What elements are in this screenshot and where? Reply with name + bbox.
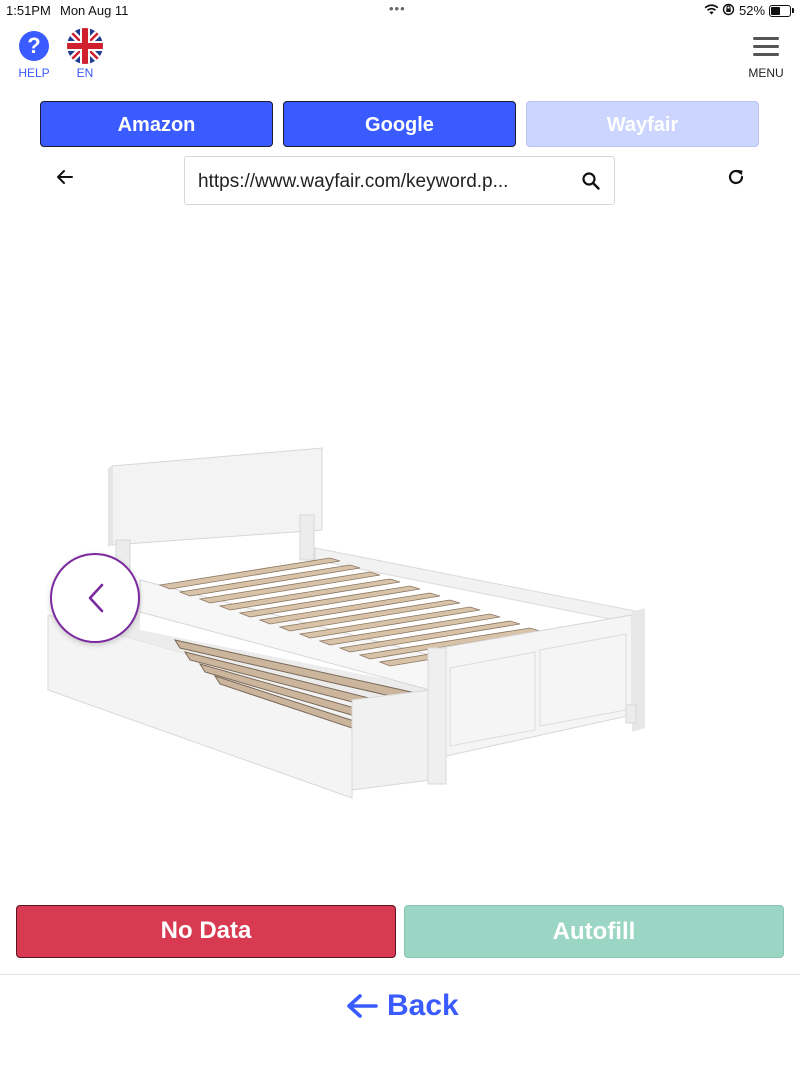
divider [0, 974, 800, 975]
reload-icon[interactable] [725, 166, 747, 188]
url-text[interactable]: https://www.wayfair.com/keyword.p... [198, 171, 508, 193]
url-bar[interactable]: https://www.wayfair.com/keyword.p... [184, 156, 615, 205]
chevron-left-icon [88, 583, 104, 613]
orientation-lock-icon [722, 3, 735, 16]
tab-google[interactable]: Google [283, 101, 516, 147]
status-date: Mon Aug 11 [60, 3, 129, 18]
help-label[interactable]: HELP [17, 66, 51, 80]
status-time: 1:51PM [6, 3, 51, 18]
uk-flag-icon[interactable] [67, 28, 103, 64]
language-label[interactable]: EN [67, 66, 103, 80]
browser-back-icon[interactable] [54, 166, 76, 188]
tab-wayfair[interactable]: Wayfair [526, 101, 759, 147]
battery-percent: 52% [739, 3, 766, 18]
carousel-prev-button[interactable] [50, 553, 140, 643]
tab-amazon[interactable]: Amazon [40, 101, 273, 147]
back-label[interactable]: Back [387, 984, 459, 1028]
menu-label[interactable]: MENU [745, 66, 787, 80]
bed-frame-illustration [47, 447, 645, 799]
battery-tip [792, 8, 794, 13]
no-data-button[interactable]: No Data [16, 905, 396, 958]
status-bar: 1:51PM Mon Aug 11 ••• 52% [0, 0, 800, 22]
battery-icon [769, 5, 791, 17]
wifi-icon [704, 4, 719, 15]
multitasking-dots-icon[interactable]: ••• [389, 1, 406, 16]
help-icon[interactable]: ? [19, 31, 49, 61]
hamburger-menu-icon[interactable] [753, 37, 779, 57]
search-icon[interactable] [581, 171, 601, 191]
arrow-left-icon [347, 994, 378, 1018]
autofill-button[interactable]: Autofill [404, 905, 784, 958]
product-image [0, 215, 800, 890]
